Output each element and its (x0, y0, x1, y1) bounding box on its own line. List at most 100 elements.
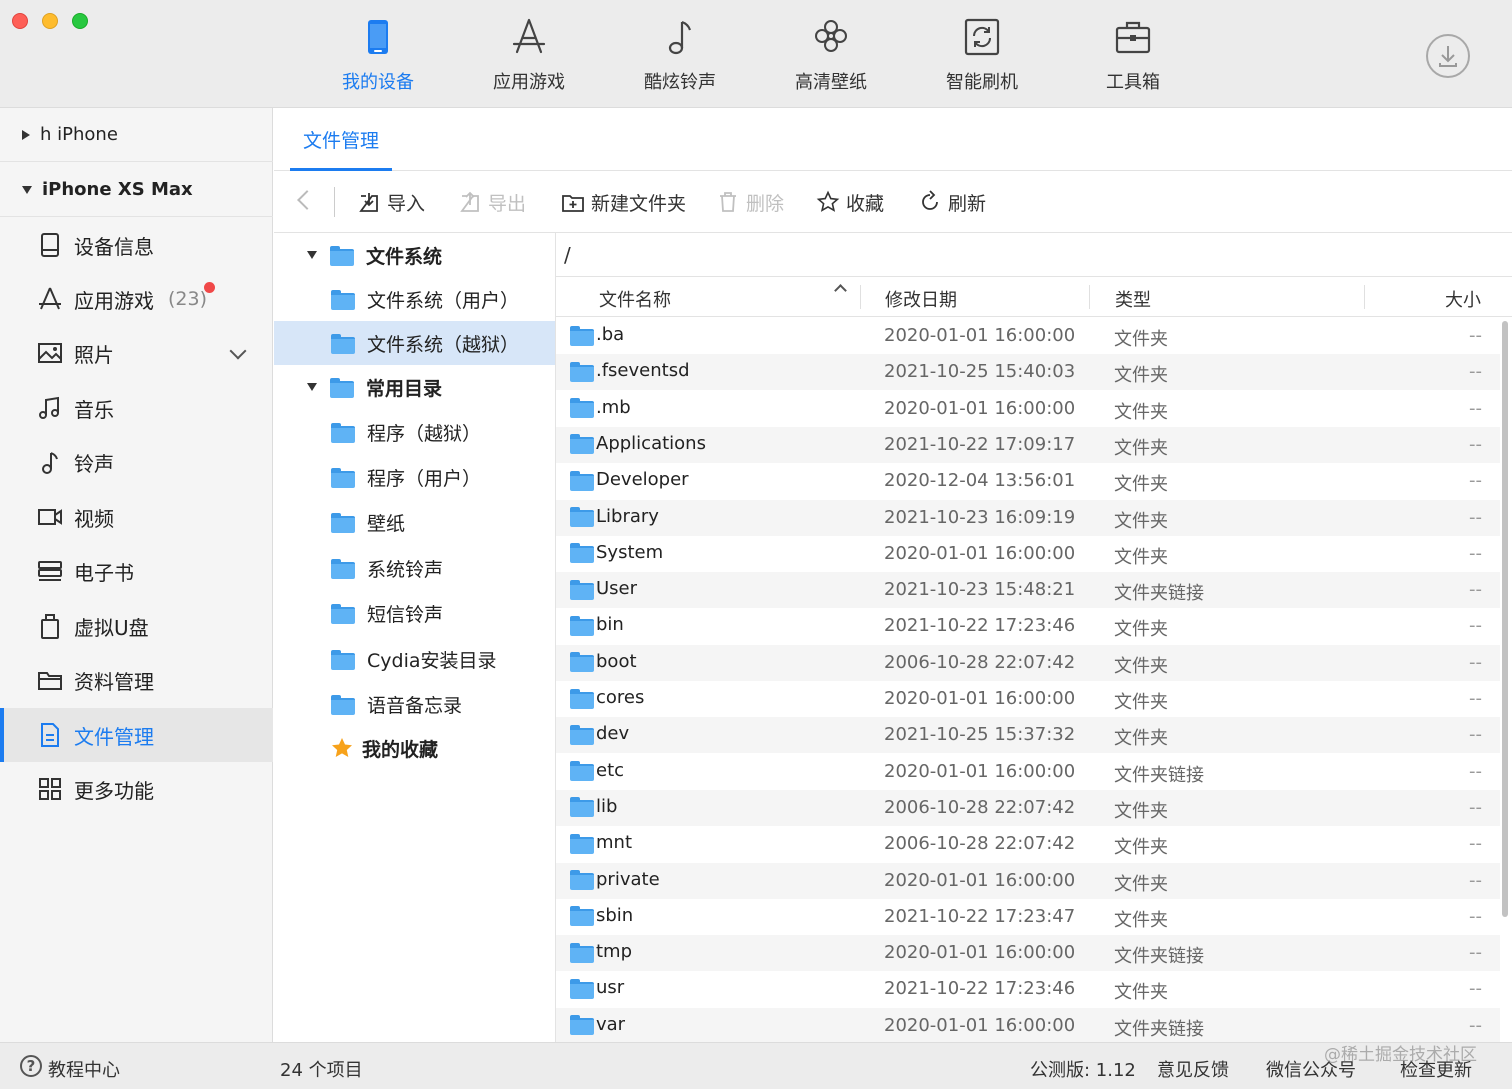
folder-icon (570, 724, 594, 745)
sidebar-item-ebook[interactable]: 电子书 (0, 544, 273, 598)
tree-item-filesystem-user[interactable]: 文件系统（用户） (274, 277, 555, 321)
sort-ascending-icon[interactable] (834, 284, 847, 297)
sidebar-item-file-management[interactable]: 文件管理 (0, 708, 273, 762)
back-arrow-icon[interactable] (297, 190, 317, 210)
nav-wallpapers[interactable]: 高清壁纸 (771, 16, 891, 96)
import-label: 导入 (387, 192, 426, 215)
sidebar-item-label: 设备信息 (74, 234, 154, 259)
file-name: boot (596, 650, 637, 672)
import-button[interactable]: 导入 (357, 187, 425, 217)
table-row[interactable]: dev 2021-10-25 15:37:32 文件夹 -- (556, 717, 1500, 754)
folder-icon (38, 672, 62, 690)
table-row[interactable]: System 2020-01-01 16:00:00 文件夹 -- (556, 536, 1500, 572)
file-name: dev (596, 723, 630, 745)
table-row[interactable]: usr 2021-10-22 17:23:46 文件夹 -- (556, 971, 1500, 1007)
tab-file-management[interactable]: 文件管理 (290, 126, 392, 171)
table-row[interactable]: Developer 2020-12-04 13:56:01 文件夹 -- (556, 463, 1500, 499)
table-row[interactable]: mnt 2006-10-28 22:07:42 文件夹 -- (556, 826, 1500, 862)
column-header: 文件名称 修改日期 类型 大小 (556, 277, 1512, 317)
file-name: private (596, 868, 660, 890)
download-button[interactable] (1426, 34, 1470, 78)
tree-item-system-ringtones[interactable]: 系统铃声 (274, 546, 555, 590)
tree-item-common-dirs[interactable]: 常用目录 (274, 365, 555, 409)
favorite-label: 收藏 (846, 192, 885, 215)
sidebar-item-ringtones[interactable]: 铃声 (0, 435, 273, 489)
tree-item-voice-memos[interactable]: 语音备忘录 (274, 682, 555, 726)
column-type-header[interactable]: 类型 (1115, 286, 1151, 312)
table-row[interactable]: boot 2006-10-28 22:07:42 文件夹 -- (556, 644, 1500, 681)
column-size-header[interactable]: 大小 (1445, 286, 1481, 312)
table-row[interactable]: bin 2021-10-22 17:23:46 文件夹 -- (556, 608, 1500, 644)
table-row[interactable]: cores 2020-01-01 16:00:00 文件夹 -- (556, 681, 1500, 717)
sidebar-item-video[interactable]: 视频 (0, 490, 273, 544)
expanded-arrow-icon[interactable] (22, 185, 32, 194)
tree-item-cydia-dir[interactable]: Cydia安装目录 (274, 637, 555, 681)
nav-apps-games[interactable]: 应用游戏 (469, 16, 589, 96)
expand-arrow-icon[interactable] (307, 251, 317, 259)
scrollbar-thumb[interactable] (1502, 321, 1508, 917)
table-row[interactable]: .mb 2020-01-01 16:00:00 文件夹 -- (556, 391, 1500, 427)
collapsed-arrow-icon[interactable] (22, 129, 30, 140)
table-row[interactable]: .ba 2020-01-01 16:00:00 文件夹 -- (556, 318, 1500, 354)
table-row[interactable]: etc 2020-01-01 16:00:00 文件夹链接 -- (556, 754, 1500, 790)
table-row[interactable]: .fseventsd 2021-10-25 15:40:03 文件夹 -- (556, 354, 1500, 391)
toolbar-divider (334, 187, 335, 217)
window-close-button[interactable] (12, 13, 28, 29)
column-date-header[interactable]: 修改日期 (885, 286, 957, 312)
sidebar-item-more[interactable]: 更多功能 (0, 762, 273, 816)
file-name-cell: Library (570, 506, 659, 527)
table-row[interactable]: Applications 2021-10-22 17:09:17 文件夹 -- (556, 426, 1500, 463)
sidebar-item-data-management[interactable]: 资料管理 (0, 653, 273, 707)
device-name: h iPhone (40, 124, 118, 145)
refresh-button[interactable]: 刷新 (918, 187, 986, 217)
sidebar-item-music[interactable]: 音乐 (0, 381, 273, 435)
feedback-link[interactable]: 意见反馈 (1157, 1056, 1229, 1082)
device-row-h-iphone[interactable]: h iPhone (0, 108, 273, 162)
file-name-cell: .fseventsd (570, 360, 690, 382)
help-icon[interactable]: ? (20, 1055, 42, 1077)
export-button[interactable]: 导出 (458, 187, 526, 217)
sidebar-item-usb-drive[interactable]: 虚拟U盘 (0, 599, 273, 653)
trash-icon (720, 192, 736, 212)
table-row[interactable]: User 2021-10-23 15:48:21 文件夹链接 -- (556, 572, 1500, 609)
file-size: -- (1469, 506, 1482, 528)
refresh-icon (922, 190, 938, 210)
file-size: -- (1469, 796, 1482, 818)
sidebar-item-device-info[interactable]: 设备信息 (0, 218, 273, 272)
sidebar-item-apps[interactable]: 应用游戏 (23) (0, 272, 273, 326)
file-type: 文件夹链接 (1114, 1018, 1204, 1040)
tree-item-sms-ringtones[interactable]: 短信铃声 (274, 591, 555, 635)
tree-item-wallpaper[interactable]: 壁纸 (274, 500, 555, 544)
tree-item-apps-jailbreak[interactable]: 程序（越狱） (274, 410, 555, 454)
nav-my-device[interactable]: 我的设备 (318, 16, 438, 96)
tree-item-apps-user[interactable]: 程序（用户） (274, 455, 555, 499)
star-icon (332, 738, 352, 757)
column-name-header[interactable]: 文件名称 (599, 286, 671, 312)
table-row[interactable]: tmp 2020-01-01 16:00:00 文件夹链接 -- (556, 935, 1500, 972)
nav-ringtones[interactable]: 酷炫铃声 (620, 16, 740, 96)
help-center-link[interactable]: 教程中心 (48, 1056, 120, 1082)
tree-item-my-favorites[interactable]: 我的收藏 (274, 726, 555, 770)
favorite-button[interactable]: 收藏 (816, 187, 884, 217)
nav-toolbox[interactable]: 工具箱 (1073, 16, 1193, 96)
table-row[interactable]: var 2020-01-01 16:00:00 文件夹链接 -- (556, 1007, 1500, 1042)
chevron-down-icon[interactable] (229, 342, 247, 360)
window-maximize-button[interactable] (72, 13, 88, 29)
table-row[interactable]: private 2020-01-01 16:00:00 文件夹 -- (556, 862, 1500, 899)
expand-arrow-icon[interactable] (307, 383, 317, 391)
sidebar-item-photos[interactable]: 照片 (0, 326, 273, 380)
window-minimize-button[interactable] (42, 13, 58, 29)
table-row[interactable]: sbin 2021-10-22 17:23:47 文件夹 -- (556, 899, 1500, 935)
device-row-iphone-xs-max[interactable]: iPhone XS Max (0, 163, 273, 217)
file-type: 文件夹 (1114, 546, 1168, 568)
nav-smart-flash[interactable]: 智能刷机 (922, 16, 1042, 96)
file-date: 2020-01-01 16:00:00 (884, 542, 1076, 564)
table-row[interactable]: lib 2006-10-28 22:07:42 文件夹 -- (556, 789, 1500, 826)
tree-item-filesystem[interactable]: 文件系统 (274, 233, 555, 277)
table-row[interactable]: Library 2021-10-23 16:09:19 文件夹 -- (556, 499, 1500, 536)
tree-item-filesystem-jailbreak[interactable]: 文件系统（越狱） (274, 321, 555, 365)
delete-button[interactable]: 删除 (716, 187, 784, 217)
file-name: cores (596, 687, 645, 708)
vertical-scrollbar[interactable] (1500, 317, 1512, 1042)
new-folder-button[interactable]: 新建文件夹 (561, 187, 686, 217)
